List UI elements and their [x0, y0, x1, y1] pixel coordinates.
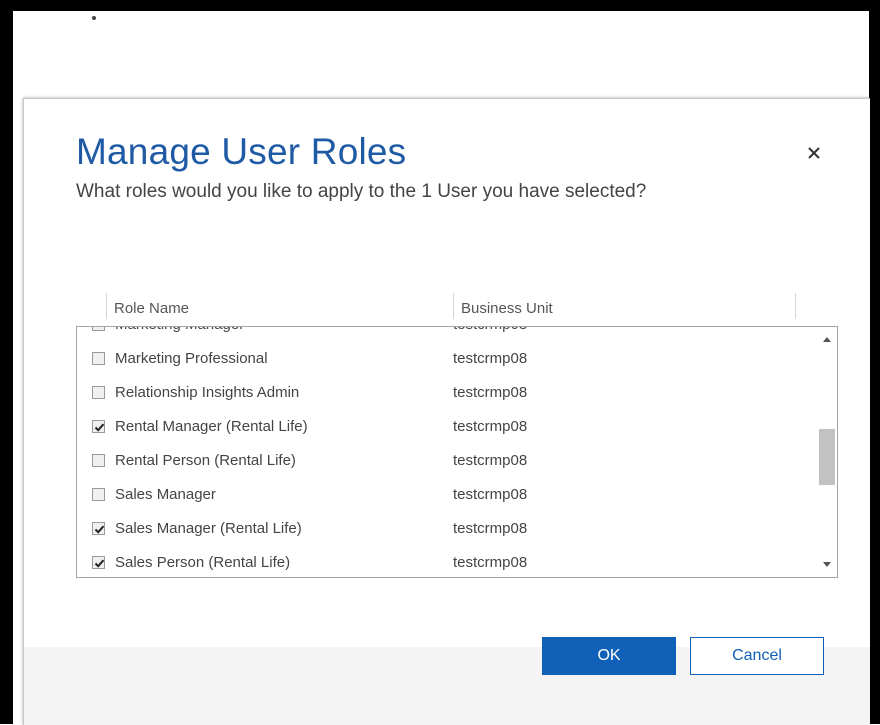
dialog-title: Manage User Roles [76, 131, 407, 172]
role-checkbox[interactable] [92, 352, 105, 365]
window-frame-right [869, 0, 880, 724]
business-unit: testcrmp08 [453, 520, 528, 537]
background-mark [92, 16, 96, 20]
role-row[interactable]: Sales Person (Rental Life) testcrmp08 [77, 547, 797, 577]
dialog-subtitle: What roles would you like to apply to th… [76, 181, 647, 202]
checkmark-icon [94, 525, 105, 534]
role-row[interactable]: Sales Manager testcrmp08 [77, 479, 797, 513]
role-name: Relationship Insights Admin [115, 384, 300, 401]
cancel-button[interactable]: Cancel [690, 637, 824, 675]
header-separator [795, 293, 796, 319]
window-frame-top [0, 0, 880, 11]
business-unit: testcrmp08 [453, 327, 527, 333]
role-checkbox[interactable] [92, 454, 105, 467]
role-row[interactable]: Sales Manager (Rental Life) testcrmp08 [77, 513, 797, 547]
role-checkbox[interactable] [92, 556, 105, 569]
business-unit: testcrmp08 [453, 418, 528, 435]
scroll-down-arrow-icon[interactable] [823, 562, 831, 567]
business-unit: testcrmp08 [453, 452, 528, 469]
column-header-business-unit[interactable]: Business Unit [461, 300, 553, 317]
ok-button[interactable]: OK [542, 637, 676, 675]
grid-header: Role Name Business Unit [76, 291, 836, 325]
role-checkbox[interactable] [92, 386, 105, 399]
manage-user-roles-dialog: Manage User Roles What roles would you l… [23, 98, 870, 725]
business-unit: testcrmp08 [453, 350, 528, 367]
role-checkbox[interactable] [92, 488, 105, 501]
column-header-role-name[interactable]: Role Name [114, 300, 189, 317]
role-row[interactable]: Relationship Insights Admin testcrmp08 [77, 377, 797, 411]
close-icon[interactable] [802, 141, 826, 165]
role-row[interactable]: Rental Manager (Rental Life) testcrmp08 [77, 411, 797, 445]
role-name: Marketing Manager [115, 327, 244, 333]
roles-list-scrollbar[interactable] [817, 327, 837, 577]
role-checkbox[interactable] [92, 420, 105, 433]
checkmark-icon [94, 423, 105, 432]
role-row[interactable]: Rental Person (Rental Life) testcrmp08 [77, 445, 797, 479]
business-unit: testcrmp08 [453, 384, 528, 401]
role-name: Rental Person (Rental Life) [115, 452, 296, 469]
header-separator [106, 293, 107, 319]
role-row[interactable]: Marketing Professional testcrmp08 [77, 343, 797, 377]
role-name: Marketing Professional [115, 350, 268, 367]
window-frame-left [0, 0, 13, 724]
header-separator [453, 293, 454, 319]
role-name: Rental Manager (Rental Life) [115, 418, 308, 435]
business-unit: testcrmp08 [453, 486, 528, 503]
scroll-up-arrow-icon[interactable] [823, 337, 831, 342]
scrollbar-thumb[interactable] [819, 429, 835, 485]
role-name: Sales Manager [115, 486, 216, 503]
role-checkbox[interactable] [92, 522, 105, 535]
role-checkbox[interactable] [92, 327, 105, 331]
role-row[interactable]: Marketing Manager testcrmp08 [77, 327, 797, 343]
checkmark-icon [94, 559, 105, 568]
business-unit: testcrmp08 [453, 554, 528, 571]
role-name: Sales Manager (Rental Life) [115, 520, 302, 537]
roles-list[interactable]: Sales Person (Rental Life) testcrmp08 Sale… [76, 326, 838, 578]
role-name: Sales Person (Rental Life) [115, 554, 291, 571]
